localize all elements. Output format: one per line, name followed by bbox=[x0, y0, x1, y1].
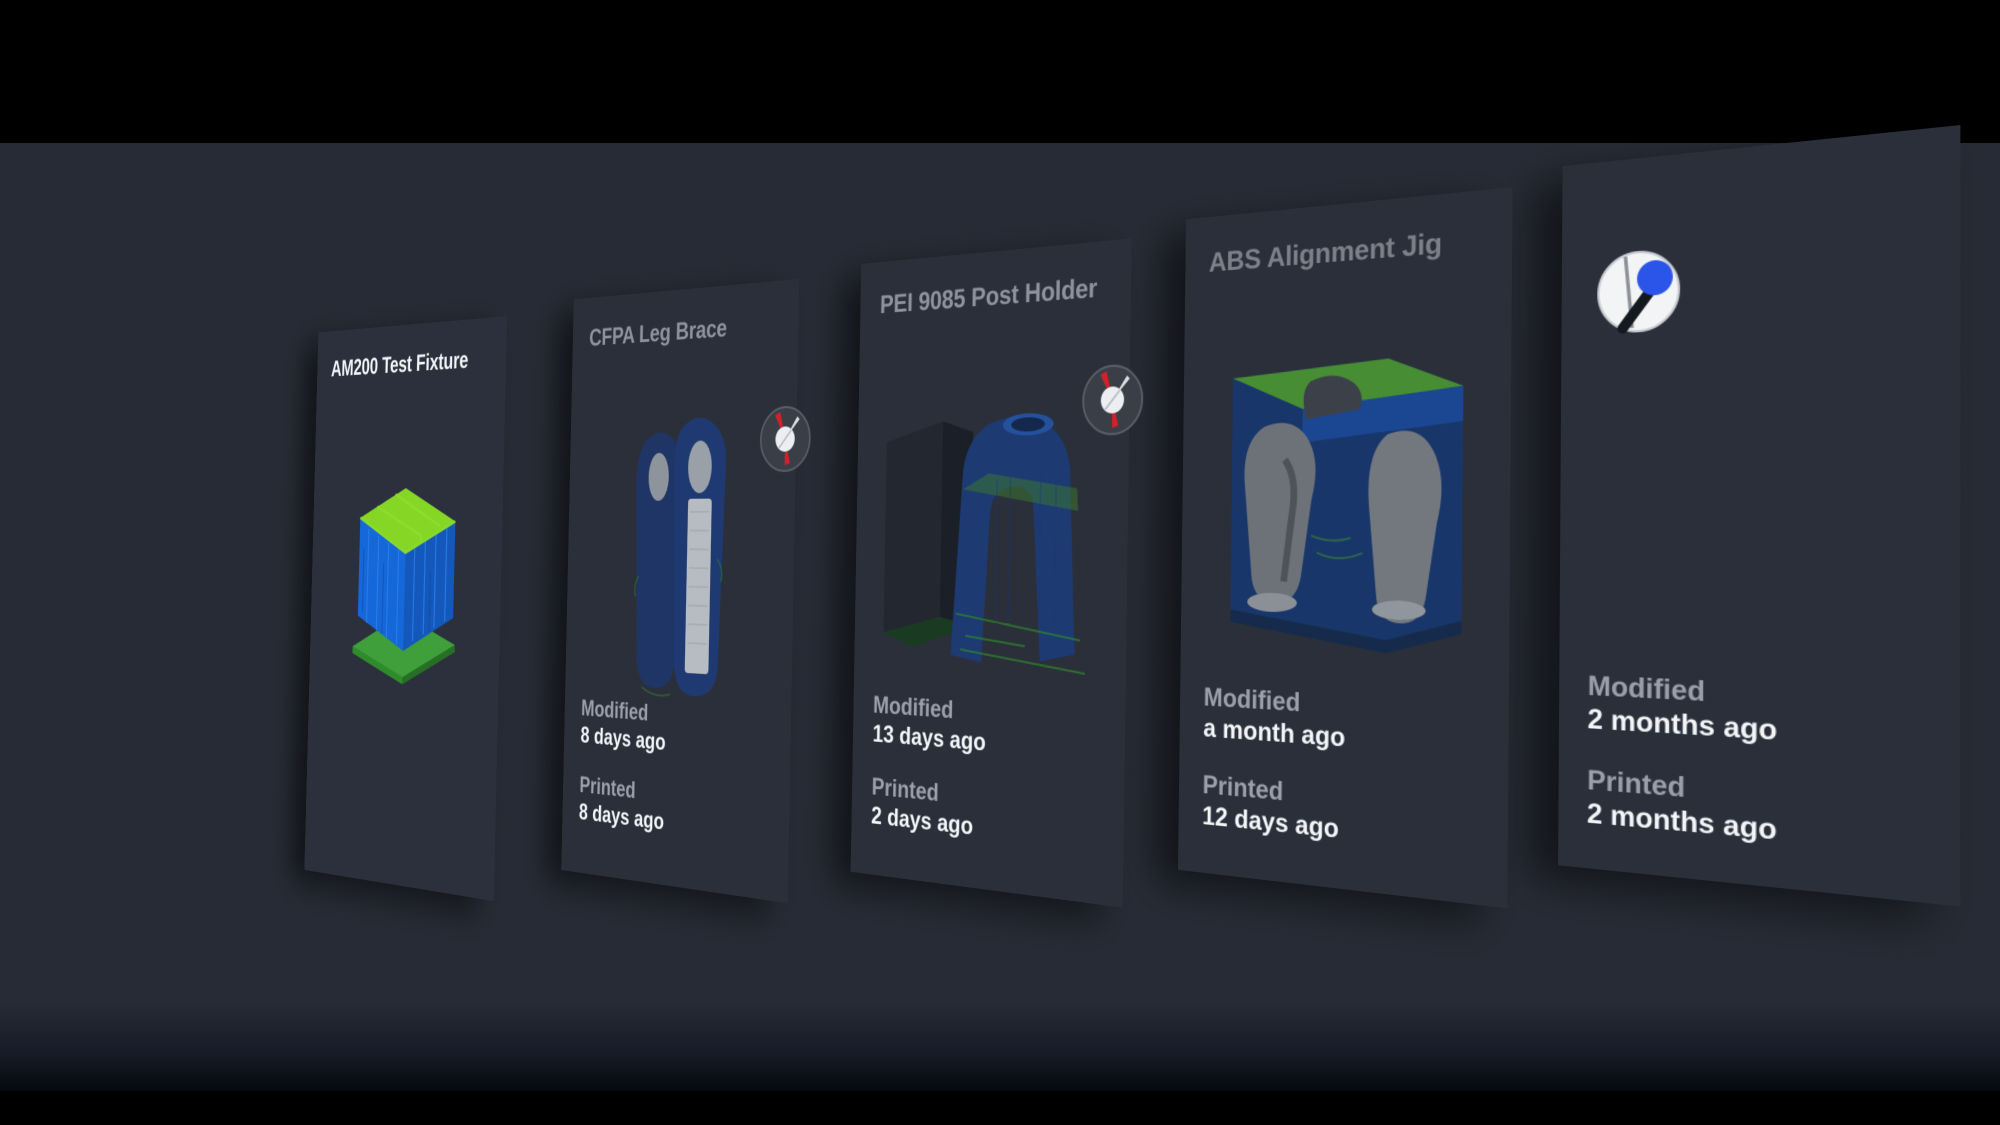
leg-brace-model-icon bbox=[576, 416, 727, 725]
card-metadata: Modified 2 months ago Printed 2 months a… bbox=[1587, 670, 1942, 862]
card-metadata: Modified 8 days ago Printed 8 days ago bbox=[579, 695, 781, 850]
card-metadata: Modified a month ago Printed 12 days ago bbox=[1202, 682, 1493, 860]
lattice-block-model-icon bbox=[351, 487, 494, 688]
card-title: CFPA Leg Brace bbox=[588, 313, 728, 351]
orientation-dot-icon[interactable] bbox=[1592, 242, 1685, 339]
model-thumbnail[interactable] bbox=[319, 423, 494, 695]
post-holder-model-icon bbox=[883, 411, 1113, 706]
model-card[interactable]: AM200 Test Fixture bbox=[304, 315, 508, 901]
model-card[interactable]: CFPA Leg Brace Modified 8 days ago Print… bbox=[561, 278, 799, 903]
carousel-scene: AM200 Test Fixture CFPA Leg Brace Modifi… bbox=[0, 0, 2000, 1125]
card-metadata: Modified 13 days ago Printed 2 days ago bbox=[871, 691, 1113, 857]
orientation-dot-glyph bbox=[1592, 242, 1685, 339]
alignment-jig-model-icon bbox=[1230, 354, 1464, 657]
model-thumbnail[interactable] bbox=[576, 405, 783, 725]
card-title: PEI 9085 Post Holder bbox=[879, 271, 1098, 319]
model-card[interactable]: Modified 2 months ago Printed 2 months a… bbox=[1558, 124, 1961, 906]
model-thumbnail[interactable] bbox=[867, 363, 1113, 706]
card-title bbox=[1591, 162, 1942, 195]
modified-value: 8 days ago bbox=[580, 721, 666, 755]
printed-value: 8 days ago bbox=[578, 798, 665, 835]
compass-glyph bbox=[757, 402, 813, 475]
card-title: ABS Alignment Jig bbox=[1208, 226, 1443, 278]
model-thumbnail[interactable] bbox=[1197, 313, 1492, 682]
modified-label: Modified bbox=[580, 694, 649, 726]
printed-label: Printed bbox=[579, 771, 636, 804]
model-card[interactable]: PEI 9085 Post Holder Modified 13 days ag… bbox=[850, 237, 1132, 908]
card-title: AM200 Test Fixture bbox=[330, 345, 469, 382]
app-window: AM200 Test Fixture CFPA Leg Brace Modifi… bbox=[0, 0, 2000, 1125]
model-card[interactable]: ABS Alignment Jig Modified a month ago P… bbox=[1177, 186, 1513, 908]
compass-icon[interactable] bbox=[757, 402, 813, 475]
